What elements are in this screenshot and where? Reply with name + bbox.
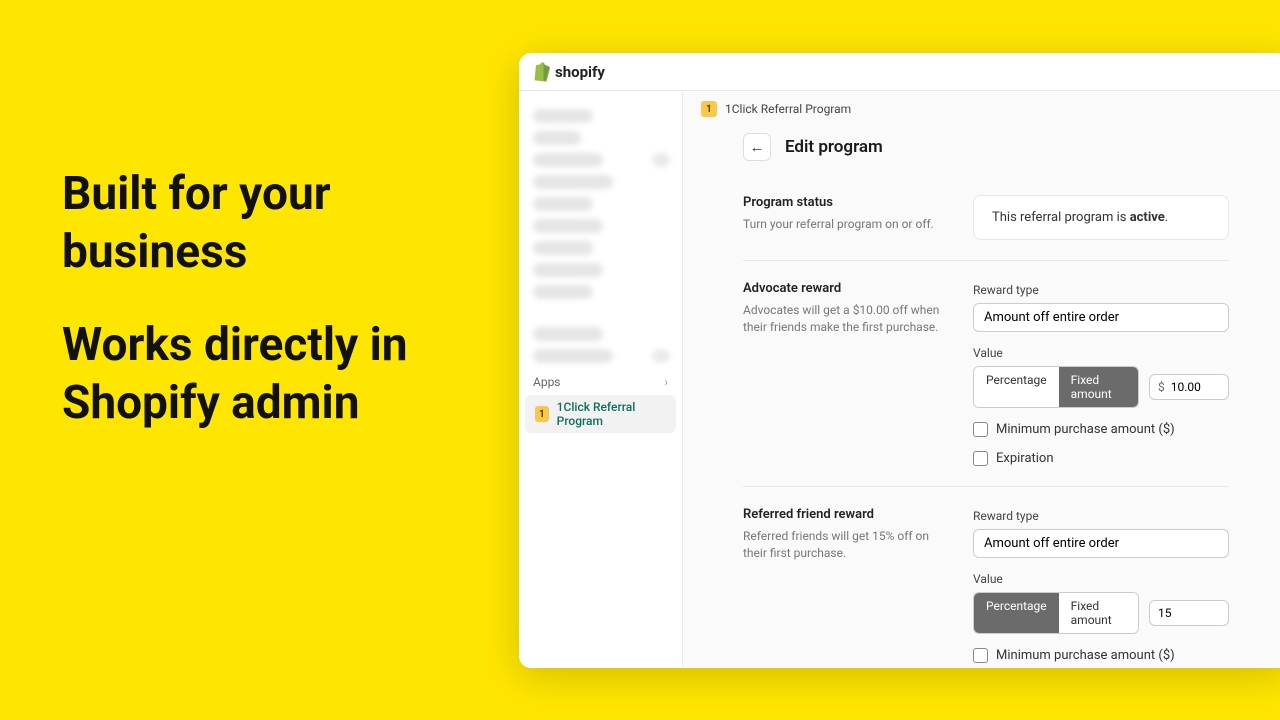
currency-prefix: $ — [1158, 380, 1165, 394]
amount-value: 15 — [1158, 606, 1172, 620]
friend-reward-type-select[interactable]: Amount off entire order — [973, 529, 1229, 558]
page-title: Edit program — [785, 137, 883, 157]
page-header: ← Edit program — [683, 127, 1280, 175]
breadcrumb: 1 1Click Referral Program — [683, 91, 1280, 127]
hero-line-2: Works directly in Shopify admin — [62, 317, 482, 432]
content-area: 1 1Click Referral Program ← Edit program… — [683, 91, 1280, 668]
section-title: Advocate reward — [743, 281, 943, 296]
arrow-left-icon: ← — [750, 138, 765, 156]
value-label: Value — [973, 346, 1229, 360]
friend-amount-input[interactable]: 15 — [1149, 600, 1229, 626]
app-item-label: 1Click Referral Program — [557, 400, 666, 428]
advocate-amount-input[interactable]: $ 10.00 — [1149, 374, 1229, 400]
app-badge-icon: 1 — [701, 101, 717, 117]
chevron-right-icon: › — [664, 375, 668, 389]
min-purchase-label: Minimum purchase amount ($) — [996, 648, 1175, 663]
status-message-post: . — [1165, 210, 1168, 225]
section-advocate-reward: Advocate reward Advocates will get a $10… — [743, 260, 1229, 486]
sidebar-apps-header[interactable]: Apps › — [519, 371, 682, 393]
sidebar-blur-item — [533, 349, 613, 363]
expiration-checkbox[interactable] — [973, 451, 988, 466]
section-title: Program status — [743, 195, 943, 210]
advocate-expiration-row: Expiration — [973, 451, 1229, 466]
sidebar-blur-item — [533, 327, 603, 341]
status-card: This referral program is active. — [973, 195, 1229, 240]
status-message-pre: This referral program is — [992, 210, 1130, 225]
section-program-status: Program status Turn your referral progra… — [743, 175, 1229, 260]
sidebar-blur-item — [533, 153, 603, 167]
sidebar-blur-item — [533, 109, 593, 123]
sidebar-item-1click[interactable]: 1 1Click Referral Program — [525, 395, 676, 433]
min-purchase-label: Minimum purchase amount ($) — [996, 422, 1175, 437]
hero-line-1: Built for your business — [62, 166, 482, 281]
reward-type-label: Reward type — [973, 509, 1229, 523]
min-purchase-checkbox[interactable] — [973, 648, 988, 663]
friend-min-purchase-row: Minimum purchase amount ($) — [973, 648, 1229, 663]
section-desc: Advocates will get a $10.00 off when the… — [743, 302, 943, 336]
app-badge-icon: 1 — [535, 406, 549, 422]
select-value: Amount off entire order — [984, 536, 1119, 551]
seg-fixed-amount[interactable]: Fixed amount — [1059, 593, 1138, 633]
brand-text: shopify — [555, 63, 605, 81]
friend-value-mode-segment: Percentage Fixed amount — [973, 592, 1139, 634]
amount-value: 10.00 — [1171, 380, 1201, 394]
advocate-value-mode-segment: Percentage Fixed amount — [973, 366, 1139, 408]
min-purchase-checkbox[interactable] — [973, 422, 988, 437]
select-value: Amount off entire order — [984, 310, 1119, 325]
expiration-label: Expiration — [996, 451, 1054, 466]
breadcrumb-app-name: 1Click Referral Program — [725, 102, 851, 116]
sidebar-blur-item — [533, 175, 613, 189]
admin-window: shopify Apps › 1 1Click Referral Program — [519, 53, 1280, 668]
reward-type-label: Reward type — [973, 283, 1229, 297]
sidebar-blur-item — [533, 285, 593, 299]
shopify-bag-icon — [533, 62, 551, 82]
section-desc: Turn your referral program on or off. — [743, 216, 943, 233]
seg-fixed-amount[interactable]: Fixed amount — [1059, 367, 1138, 407]
shopify-logo: shopify — [533, 62, 605, 82]
sidebar-blur-item — [533, 263, 603, 277]
advocate-min-purchase-row: Minimum purchase amount ($) — [973, 422, 1229, 437]
section-friend-reward: Referred friend reward Referred friends … — [743, 486, 1229, 668]
advocate-reward-type-select[interactable]: Amount off entire order — [973, 303, 1229, 332]
back-button[interactable]: ← — [743, 133, 771, 161]
topbar: shopify — [519, 53, 1280, 91]
seg-percentage[interactable]: Percentage — [974, 367, 1059, 407]
sidebar-blur-item — [533, 197, 593, 211]
sidebar: Apps › 1 1Click Referral Program — [519, 91, 683, 668]
hero-text: Built for your business Works directly i… — [62, 166, 482, 468]
apps-label: Apps — [533, 375, 561, 389]
section-desc: Referred friends will get 15% off on the… — [743, 528, 943, 562]
sidebar-blur-item — [533, 241, 593, 255]
section-title: Referred friend reward — [743, 507, 943, 522]
status-state: active — [1130, 210, 1165, 225]
seg-percentage[interactable]: Percentage — [974, 593, 1059, 633]
value-label: Value — [973, 572, 1229, 586]
sidebar-blur-item — [533, 131, 581, 145]
sidebar-blur-item — [533, 219, 603, 233]
